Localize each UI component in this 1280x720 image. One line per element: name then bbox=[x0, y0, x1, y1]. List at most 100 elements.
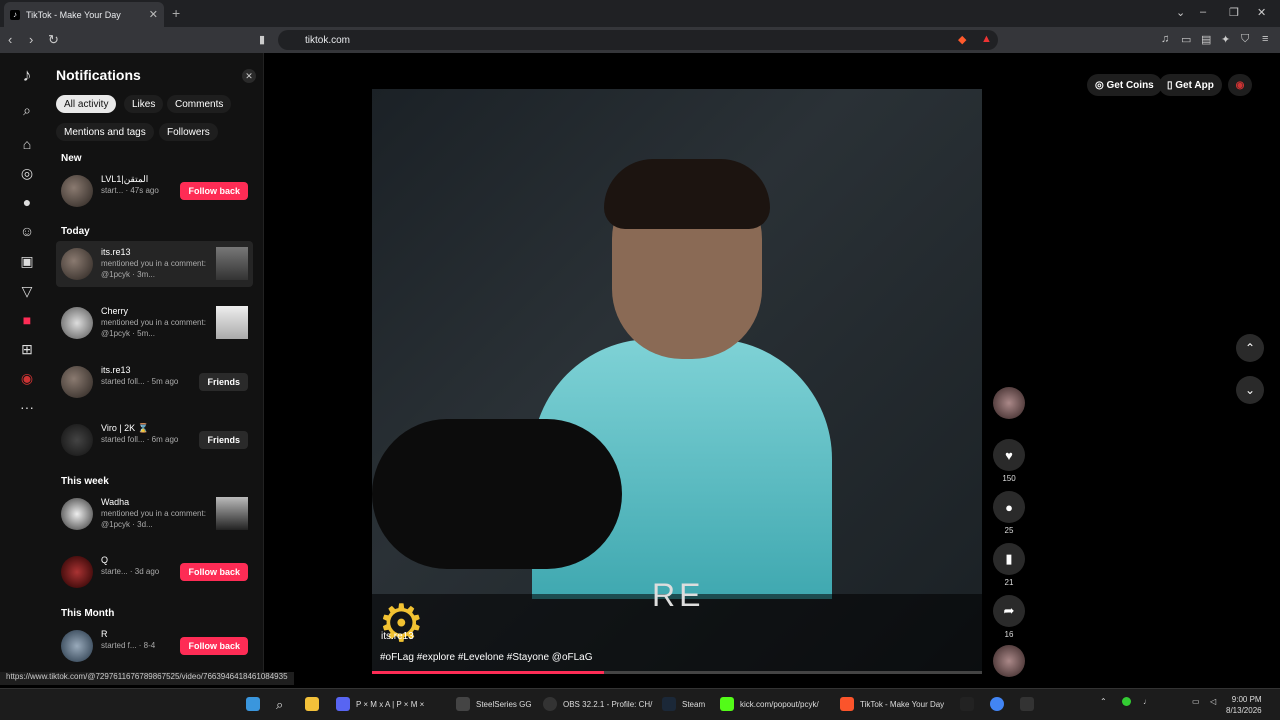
media-icon[interactable]: ♫ bbox=[1161, 33, 1173, 45]
close-icon[interactable]: ✕ bbox=[242, 69, 256, 83]
tiktok-logo-icon[interactable]: ♪ bbox=[15, 65, 39, 85]
filter-all-activity[interactable]: All activity bbox=[56, 95, 117, 113]
back-icon[interactable]: ‹ bbox=[8, 32, 12, 47]
avatar[interactable] bbox=[993, 387, 1025, 419]
maximize-icon[interactable]: ❐ bbox=[1229, 6, 1239, 19]
wallet-icon[interactable]: ▤ bbox=[1201, 33, 1213, 46]
video-hashtags[interactable]: #oFLag #explore #Levelone #Stayone @oFLa… bbox=[380, 652, 593, 663]
filter-comments[interactable]: Comments bbox=[167, 95, 232, 113]
follow-back-button[interactable]: Follow back bbox=[180, 637, 248, 655]
notification-row[interactable]: Q starte... · 3d ago Follow back bbox=[56, 549, 253, 595]
avatar[interactable] bbox=[61, 366, 93, 398]
filter-mentions[interactable]: Mentions and tags bbox=[56, 123, 154, 141]
tray-status-icon[interactable] bbox=[1122, 697, 1137, 706]
tab-list-icon[interactable]: ⌄ bbox=[1176, 6, 1185, 19]
profile-icon[interactable]: ◉ bbox=[15, 368, 39, 388]
get-coins-button[interactable]: ◎ Get Coins bbox=[1087, 74, 1162, 96]
tab-close-icon[interactable]: ✕ bbox=[149, 8, 158, 21]
extensions-icon[interactable]: ✦ bbox=[1221, 33, 1233, 46]
tray-chevron-icon[interactable]: ⌃ bbox=[1100, 697, 1107, 706]
file-explorer-icon[interactable] bbox=[305, 697, 325, 711]
address-bar[interactable]: tiktok.com bbox=[278, 30, 998, 50]
network-icon[interactable]: ▭ bbox=[1192, 697, 1200, 706]
save-action[interactable]: ▮ 21 bbox=[993, 543, 1025, 587]
rewards-icon[interactable]: ▲ bbox=[981, 33, 993, 45]
messages-icon[interactable]: ▽ bbox=[15, 281, 39, 301]
notification-row[interactable]: Wadha mentioned you in a comment: @1pcyk… bbox=[56, 491, 253, 537]
avatar[interactable] bbox=[61, 498, 93, 530]
like-action[interactable]: ♥ 150 bbox=[993, 439, 1025, 483]
notification-row[interactable]: Cherry mentioned you in a comment: @1pcy… bbox=[56, 300, 253, 346]
filter-followers[interactable]: Followers bbox=[159, 123, 218, 141]
taskbar-steam[interactable]: Steam bbox=[662, 697, 705, 711]
video-progress-bar[interactable] bbox=[372, 671, 982, 674]
activity-icon[interactable]: ■ bbox=[15, 310, 39, 330]
browser-tab[interactable]: ♪ TikTok - Make Your Day ✕ bbox=[4, 2, 164, 27]
share-icon[interactable]: ➦ bbox=[993, 595, 1025, 627]
forward-icon[interactable]: › bbox=[29, 32, 33, 47]
notification-row[interactable]: R started f... · 8-4 Follow back bbox=[56, 623, 253, 669]
taskbar-kick[interactable]: kick.com/popout/pcyk/ bbox=[720, 697, 819, 711]
sound-avatar[interactable] bbox=[993, 645, 1025, 677]
taskbar-chrome[interactable] bbox=[990, 697, 1010, 711]
avatar[interactable] bbox=[993, 645, 1025, 677]
reload-icon[interactable]: ↻ bbox=[48, 32, 59, 48]
taskbar-steelseries[interactable]: SteelSeries GG bbox=[456, 697, 532, 711]
new-tab-button[interactable]: + bbox=[172, 5, 180, 21]
video-thumbnail[interactable] bbox=[216, 497, 248, 530]
avatar[interactable] bbox=[61, 556, 93, 588]
home-icon[interactable]: ⌂ bbox=[15, 134, 39, 154]
mic-icon[interactable]: ♩ bbox=[1143, 697, 1151, 706]
notification-row[interactable]: its.re13 mentioned you in a comment: @1p… bbox=[56, 241, 253, 287]
avatar[interactable] bbox=[61, 175, 93, 207]
get-app-button[interactable]: ▯ Get App bbox=[1159, 74, 1222, 96]
close-window-icon[interactable]: ✕ bbox=[1257, 6, 1266, 19]
avatar[interactable] bbox=[61, 307, 93, 339]
follow-back-button[interactable]: Follow back bbox=[180, 182, 248, 200]
upload-icon[interactable]: ⊞ bbox=[15, 339, 39, 359]
bookmark-icon[interactable]: ▮ bbox=[259, 33, 271, 46]
heart-icon[interactable]: ♥ bbox=[993, 439, 1025, 471]
previous-video-icon[interactable]: ⌃ bbox=[1236, 334, 1264, 362]
search-icon[interactable]: ⌕ bbox=[15, 100, 39, 120]
taskbar-app[interactable] bbox=[960, 697, 980, 711]
avatar[interactable] bbox=[61, 424, 93, 456]
taskbar-brave[interactable]: TikTok - Make Your Day bbox=[840, 697, 944, 711]
user-avatar-icon[interactable]: ◉ bbox=[1228, 74, 1252, 96]
sidebar-icon[interactable]: ▭ bbox=[1181, 33, 1193, 46]
minimize-icon[interactable]: – bbox=[1200, 6, 1206, 18]
avatar[interactable] bbox=[61, 248, 93, 280]
brave-shield-icon[interactable]: ◆ bbox=[958, 33, 970, 46]
profile-avatar-icon[interactable]: ● bbox=[15, 192, 39, 212]
bookmark-icon[interactable]: ▮ bbox=[993, 543, 1025, 575]
following-icon[interactable]: ☺ bbox=[15, 221, 39, 241]
start-icon[interactable] bbox=[246, 697, 266, 711]
explore-icon[interactable]: ◎ bbox=[15, 163, 39, 183]
video-thumbnail[interactable] bbox=[216, 247, 248, 280]
video-player[interactable]: RE ⚙ its.re13 #oFLag #explore #Levelone … bbox=[372, 89, 982, 674]
share-action[interactable]: ➦ 16 bbox=[993, 595, 1025, 639]
clock[interactable]: 9:00 PM 8/13/2026 bbox=[1226, 694, 1262, 716]
next-video-icon[interactable]: ⌄ bbox=[1236, 376, 1264, 404]
menu-icon[interactable]: ≡ bbox=[1262, 33, 1274, 45]
notification-row[interactable]: LVL1|المتقن start... · 47s ago Follow ba… bbox=[56, 168, 253, 214]
taskbar-epic[interactable] bbox=[1020, 697, 1040, 711]
avatar[interactable] bbox=[61, 630, 93, 662]
friends-button[interactable]: Friends bbox=[199, 431, 248, 449]
more-icon[interactable]: ··· bbox=[15, 397, 39, 417]
notification-row[interactable]: its.re13 started foll... · 5m ago Friend… bbox=[56, 359, 253, 405]
creator-avatar[interactable] bbox=[993, 387, 1025, 419]
filter-likes[interactable]: Likes bbox=[124, 95, 164, 113]
search-taskbar-icon[interactable]: ⌕ bbox=[276, 697, 283, 713]
follow-back-button[interactable]: Follow back bbox=[180, 563, 248, 581]
volume-icon[interactable]: ◁ bbox=[1210, 697, 1216, 706]
friends-button[interactable]: Friends bbox=[199, 373, 248, 391]
vpn-icon[interactable]: ⛉ bbox=[1241, 33, 1253, 45]
video-thumbnail[interactable] bbox=[216, 306, 248, 339]
taskbar-discord[interactable]: P × M x A | P × M × bbox=[336, 697, 424, 711]
comment-action[interactable]: ● 25 bbox=[993, 491, 1025, 535]
comment-icon[interactable]: ● bbox=[993, 491, 1025, 523]
taskbar-obs[interactable]: OBS 32.2.1 - Profile: CH/ bbox=[543, 697, 652, 711]
live-icon[interactable]: ▣ bbox=[15, 251, 39, 271]
notification-row[interactable]: Viro | 2K ⌛ started foll... · 6m ago Fri… bbox=[56, 417, 253, 463]
